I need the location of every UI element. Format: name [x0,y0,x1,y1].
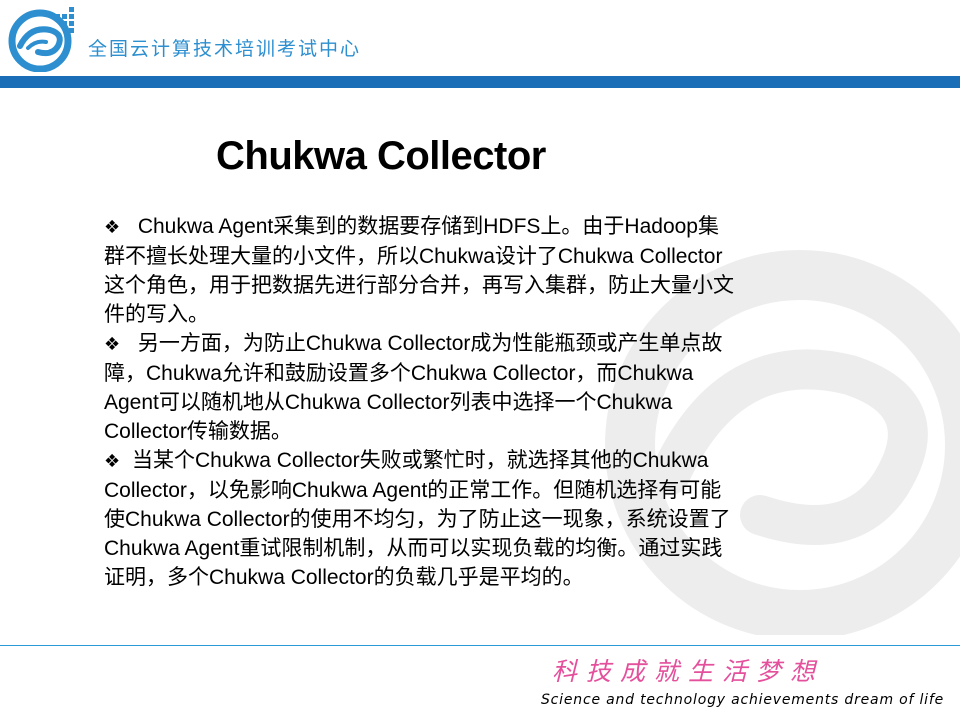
diamond-bullet-icon: ❖ [104,451,121,471]
paragraph-line: 件的写入。 [104,303,209,326]
paragraph-line: Chukwa Agent重试限制机制，从而可以实现负载的均衡。通过实践 [104,537,723,560]
paragraph-line: 使Chukwa Collector的使用不均匀，为了防止这一现象，系统设置了 [104,508,731,531]
paragraph-line: Collector，以免影响Chukwa Agent的正常工作。但随机选择有可能 [104,479,722,502]
slogan-chinese: 科技成就生活梦想 [552,657,825,686]
header: 全国云计算技术培训考试中心 [0,0,960,88]
paragraph-line: Agent可以随机地从Chukwa Collector列表中选择一个Chukwa [104,391,673,414]
paragraph-2: ❖ 另一方面，为防止Chukwa Collector成为性能瓶颈或产生单点故 障… [104,329,834,446]
paragraph-line: Chukwa Agent采集到的数据要存储到HDFS上。由于Hadoop集 [132,215,719,238]
paragraph-line: 证明，多个Chukwa Collector的负载几乎是平均的。 [104,566,584,589]
paragraph-line: 群不擅长处理大量的小文件，所以Chukwa设计了Chukwa Collector [104,245,723,268]
slide-body: ❖ Chukwa Agent采集到的数据要存储到HDFS上。由于Hadoop集 … [104,212,834,592]
paragraph-line: 当某个Chukwa Collector失败或繁忙时，就选择其他的Chukwa [132,449,709,472]
paragraph-1: ❖ Chukwa Agent采集到的数据要存储到HDFS上。由于Hadoop集 … [104,212,834,329]
diamond-bullet-icon: ❖ [104,334,121,354]
slide-title: Chukwa Collector [216,134,546,178]
paragraph-line: Collector传输数据。 [104,420,292,443]
header-bar [0,76,960,88]
paragraph-line: 另一方面，为防止Chukwa Collector成为性能瓶颈或产生单点故 [132,332,723,355]
footer-divider [0,645,960,646]
paragraph-3: ❖ 当某个Chukwa Collector失败或繁忙时，就选择其他的Chukwa … [104,446,834,592]
slogan-english: Science and technology achievements drea… [541,692,944,708]
org-name: 全国云计算技术培训考试中心 [88,38,362,60]
paragraph-line: 这个角色，用于把数据先进行部分合并，再写入集群，防止大量小文 [104,274,734,297]
diamond-bullet-icon: ❖ [104,217,121,237]
paragraph-line: 障，Chukwa允许和鼓励设置多个Chukwa Collector，而Chukw… [104,362,694,385]
cloud-swirl-logo-icon [8,7,74,72]
